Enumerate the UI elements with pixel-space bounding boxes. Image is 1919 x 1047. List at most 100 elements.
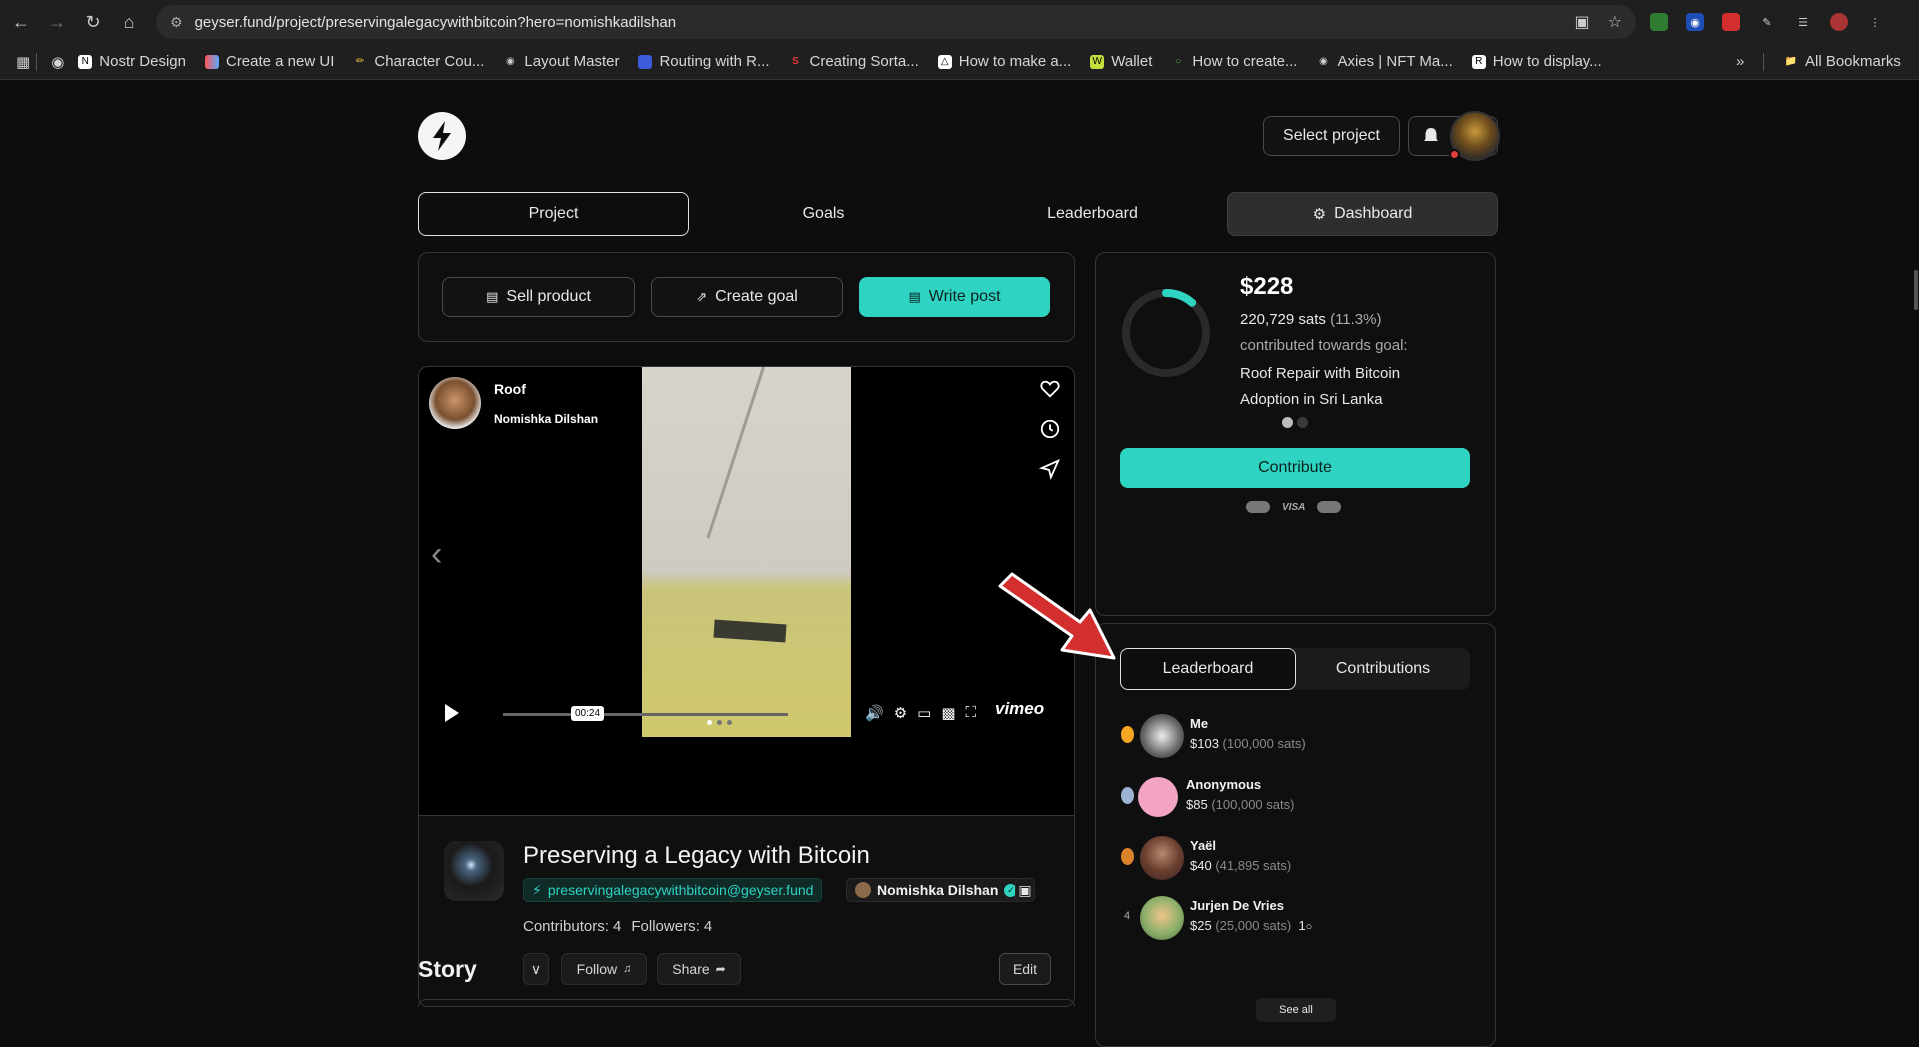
project-title: Preserving a Legacy with Bitcoin [523,842,870,869]
followers-count: Followers: 4 [631,918,713,935]
cast-icon[interactable]: ▭ [917,704,931,722]
bitwarden-icon[interactable]: ◉ [1686,13,1704,31]
contributors-count: Contributors: 4 [523,918,622,935]
goal-progress-ring [1122,289,1210,377]
reload-icon[interactable]: ↻ [76,5,110,39]
contributor-amount: $85 (100,000 sats) [1186,797,1295,812]
extension-green-icon[interactable] [1650,13,1668,31]
story-card [418,999,1075,1007]
bell-icon [1424,128,1438,141]
create-goal-button[interactable]: ⇗ Create goal [651,277,843,317]
clock-icon[interactable] [1039,418,1061,440]
expand-icon[interactable]: ∨ [523,953,549,985]
share-icon: ➦ [715,962,726,976]
extension-red-icon[interactable] [1722,13,1740,31]
site-info-icon[interactable]: ⚙ [170,14,183,31]
volume-icon[interactable]: 🔊 [865,704,884,722]
geyser-logo[interactable] [418,112,466,160]
lightning-payment-icon [1246,501,1270,513]
edit-button[interactable]: Edit [999,953,1051,985]
bell-small-icon: ♫ [623,963,632,975]
select-project-button[interactable]: Select project [1263,116,1400,156]
bookmark-item[interactable]: Create a new UI [204,53,334,70]
globe-icon[interactable]: ◉ [51,53,64,71]
browser-toolbar: ← → ↻ ⌂ ⚙ geyser.fund/project/preserving… [0,0,1919,44]
video-author: Nomishka Dilshan [494,412,599,426]
bookmark-item[interactable]: S Creating Sorta... [789,53,919,70]
bookmark-item[interactable]: △ How to make a... [937,53,1071,70]
tab-dashboard-label: Dashboard [1334,205,1413,222]
video-player[interactable]: Roof Nomishka Dilshan ‹ 00:24 🔊 ⚙ ▭ ▩ ⛶ … [418,366,1075,816]
forward-icon[interactable]: → [40,5,74,39]
see-all-button[interactable]: See all [1256,998,1336,1022]
bookmark-item[interactable]: ○ How to create... [1171,53,1297,70]
leaderboard-row[interactable]: 4 Jurjen De Vries $25 (25,000 sats) 1○ [1120,892,1470,942]
contribute-button[interactable]: Contribute [1120,448,1470,488]
leaderboard-row[interactable]: Me $103 (100,000 sats) [1120,710,1470,760]
bookmark-item[interactable]: R How to display... [1471,53,1602,70]
contributor-amount: $103 (100,000 sats) [1190,736,1306,751]
owner-badge[interactable]: Nomishka Dilshan ✓ [846,878,1027,902]
tab-goals[interactable]: Goals [689,192,958,236]
copy-icon[interactable]: ▣ [1015,878,1035,902]
silver-medal-icon [1120,786,1134,804]
previous-arrow-icon[interactable]: ‹ [431,535,442,574]
bookmark-item[interactable]: ◉ Axies | NFT Ma... [1316,53,1453,70]
all-bookmarks[interactable]: 📁 All Bookmarks [1784,53,1901,70]
pip-icon[interactable]: ▩ [941,704,955,722]
apps-icon[interactable]: ▦ [16,53,30,71]
back-icon[interactable]: ← [4,5,38,39]
gear-icon: ⚙ [1312,206,1327,223]
video-time: 00:24 [571,706,605,721]
contributor-amount: $40 (41,895 sats) [1190,858,1292,873]
settings-icon[interactable]: ⚙ [894,704,907,722]
page-scrollbar[interactable] [1913,80,1919,1007]
profile-icon[interactable] [1830,13,1848,31]
vimeo-logo[interactable]: vimeo [995,699,1044,719]
project-stats: Contributors: 4 Followers: 4 [523,918,712,935]
send-icon[interactable] [1039,458,1061,480]
fullscreen-icon[interactable]: ⛶ [966,704,977,722]
goal-contributed-label: contributed towards goal: [1240,337,1408,354]
sell-product-button[interactable]: ▤ Sell product [442,277,635,317]
tab-leaderboard[interactable]: Leaderboard [958,192,1227,236]
bookmark-star-icon[interactable]: ☆ [1608,12,1622,32]
lightning-address[interactable]: ⚡ preservingalegacywithbitcoin@geyser.fu… [523,878,823,902]
video-frame [642,367,851,737]
goal-sats: 220,729 sats (11.3%) [1240,311,1382,328]
media-icon[interactable]: ☰ [1794,13,1812,31]
more-bookmarks-icon[interactable]: » [1736,53,1744,70]
extensions-puzzle-icon[interactable]: ✎ [1758,13,1776,31]
address-bar[interactable]: ⚙ geyser.fund/project/preservingalegacyw… [156,5,1636,39]
menu-icon[interactable]: ⋮ [1866,13,1884,31]
bookmark-item[interactable]: W Wallet [1090,53,1152,70]
project-tabs: Project Goals Leaderboard ⚙ Dashboard [418,192,1498,236]
contributor-avatar [1140,836,1184,880]
write-post-button[interactable]: ▤ Write post [859,277,1050,317]
video-progress-bar[interactable]: 00:24 [503,706,788,721]
bronze-medal-icon [1120,847,1134,865]
notification-dot [1449,149,1460,160]
install-icon[interactable]: ▣ [1575,12,1590,32]
video-author-avatar [429,377,481,429]
share-button[interactable]: Share ➦ [657,953,741,985]
leaderboard-tabs: Leaderboard Contributions [1120,648,1470,690]
follow-button[interactable]: Follow ♫ [561,953,647,985]
bookmark-item[interactable]: N Nostr Design [78,53,186,70]
bookmark-item[interactable]: ✏ Character Cou... [353,53,484,70]
play-icon[interactable] [445,704,459,722]
bookmark-item[interactable]: ◉ Layout Master [503,53,619,70]
url-text: geyser.fund/project/preservingalegacywit… [194,13,677,31]
tab-dashboard[interactable]: ⚙ Dashboard [1227,192,1498,236]
lightning-icon: ⚡ [532,881,542,898]
home-icon[interactable]: ⌂ [112,5,146,39]
leaderboard-panel: Leaderboard Contributions Me $103 (100,0… [1095,623,1496,1047]
tab-contributions[interactable]: Contributions [1296,648,1470,690]
goal-carousel-dots[interactable] [1282,417,1308,428]
leaderboard-row[interactable]: Yaël $40 (41,895 sats) [1120,832,1470,882]
tab-leaderboard-panel[interactable]: Leaderboard [1120,648,1296,690]
tab-project[interactable]: Project [418,192,689,236]
heart-icon[interactable] [1039,378,1061,400]
leaderboard-row[interactable]: Anonymous $85 (100,000 sats) [1120,771,1470,821]
bookmark-item[interactable]: Routing with R... [638,53,770,70]
